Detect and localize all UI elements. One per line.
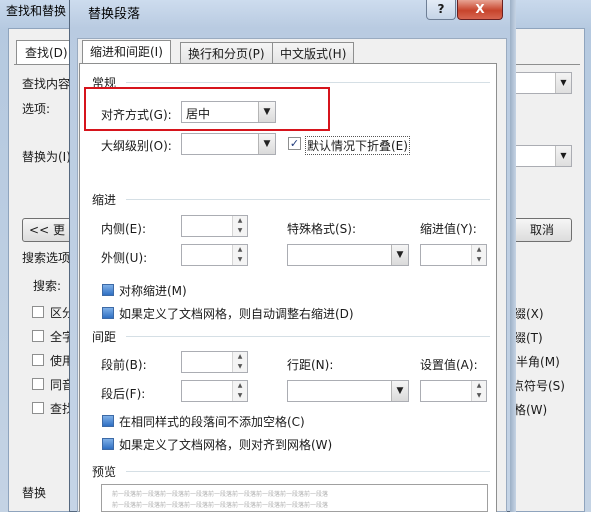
find-content-dropdown[interactable]: ▼	[512, 72, 572, 94]
match-case-checkbox[interactable]	[32, 306, 44, 318]
check-icon: ✓	[289, 137, 300, 150]
close-button[interactable]: X	[457, 0, 503, 20]
section-divider	[126, 199, 490, 200]
auto-adjust-checkbox[interactable]	[102, 307, 114, 319]
spinner-arrows-icon[interactable]: ▲ ▼	[471, 245, 486, 265]
section-divider	[126, 82, 490, 83]
cancel-button[interactable]: 取消	[512, 218, 572, 242]
tab-find-label: 查找(D)	[25, 46, 68, 60]
spinner-arrows-icon[interactable]: ▲ ▼	[232, 381, 247, 401]
find-content-label: 查找内容	[22, 77, 71, 91]
preview-text: 前一段落前一段落前一段落前一段落前一段落前一段落前一段落前一段落前一段落	[112, 502, 329, 509]
ignore-punctuation-option[interactable]: 点符号(S)	[512, 377, 565, 394]
outline-level-select[interactable]: ▼	[181, 133, 276, 155]
wildcards-checkbox[interactable]	[32, 354, 44, 366]
search-label: 搜索:	[33, 279, 62, 293]
special-format-label: 特殊格式(S):	[287, 222, 357, 236]
less-button[interactable]: << 更	[22, 218, 72, 242]
line-spacing-label: 行距(N):	[287, 358, 334, 372]
search-options-label: 搜索选项	[22, 251, 71, 265]
chevron-down-icon[interactable]: ▼	[391, 245, 408, 265]
indent-value-label: 缩进值(Y):	[420, 222, 477, 236]
spinner-arrows-icon[interactable]: ▲ ▼	[232, 216, 247, 236]
find-all-forms-checkbox[interactable]	[32, 402, 44, 414]
preview-text: 前一段落前一段落前一段落前一段落前一段落前一段落前一段落前一段落前一段落	[112, 491, 329, 498]
options-label: 选项:	[22, 102, 51, 116]
find-replace-title: 查找和替换	[6, 4, 67, 18]
spinner-arrows-icon[interactable]: ▲ ▼	[232, 245, 247, 265]
replace-with-dropdown[interactable]: ▼	[512, 145, 572, 167]
spacing-section-title: 间距	[92, 330, 117, 344]
dialog-title: 替换段落	[88, 7, 141, 22]
space-after-label: 段后(F):	[101, 387, 146, 401]
space-after-input[interactable]: ▲ ▼	[181, 380, 248, 402]
snap-to-grid-label: 如果定义了文档网格，则对齐到网格(W)	[119, 438, 333, 452]
replace-with-label: 替换为(I)	[22, 150, 71, 164]
outside-indent-input[interactable]: ▲ ▼	[181, 244, 248, 266]
chevron-down-icon[interactable]: ▼	[555, 73, 571, 93]
space-before-input[interactable]: ▲ ▼	[181, 351, 248, 373]
chevron-down-icon[interactable]: ▼	[391, 381, 408, 401]
tab-find[interactable]: 查找(D)	[16, 40, 77, 64]
outside-indent-label: 外侧(U):	[101, 251, 148, 265]
space-before-label: 段前(B):	[101, 358, 147, 372]
indent-section-title: 缩进	[92, 193, 117, 207]
less-button-label: << 更	[29, 223, 65, 237]
sounds-like-checkbox[interactable]	[32, 378, 44, 390]
no-space-same-style-label: 在相同样式的段落间不添加空格(C)	[119, 415, 305, 429]
ignore-space-option[interactable]: 格(W)	[514, 401, 547, 418]
match-suffix-option[interactable]: 缀(X)	[514, 305, 544, 322]
help-icon: ?	[437, 2, 445, 16]
whole-word-checkbox[interactable]	[32, 330, 44, 342]
collapse-checkbox[interactable]: ✓	[288, 137, 301, 150]
chevron-down-icon[interactable]: ▼	[555, 146, 571, 166]
spinner-arrows-icon[interactable]: ▲ ▼	[232, 352, 247, 372]
dialog-edge	[510, 0, 516, 512]
close-icon: X	[475, 2, 485, 16]
inside-indent-label: 内侧(E):	[101, 222, 146, 236]
outline-level-label: 大纲级别(O):	[101, 139, 172, 153]
mirror-indent-checkbox[interactable]	[102, 284, 114, 296]
tab-label: 缩进和间距(I)	[90, 45, 163, 59]
spinner-arrows-icon[interactable]: ▲ ▼	[471, 381, 486, 401]
tab-label: 中文版式(H)	[280, 47, 347, 61]
help-button[interactable]: ?	[426, 0, 456, 20]
half-full-width-option[interactable]: /半角(M)	[512, 353, 560, 370]
line-spacing-select[interactable]: ▼	[287, 380, 409, 402]
section-divider	[126, 471, 490, 472]
section-divider	[126, 336, 490, 337]
inside-indent-input[interactable]: ▲ ▼	[181, 215, 248, 237]
tab-label: 换行和分页(P)	[188, 47, 265, 61]
special-format-select[interactable]: ▼	[287, 244, 409, 266]
auto-adjust-label: 如果定义了文档网格，则自动调整右缩进(D)	[119, 307, 354, 321]
highlight-box	[84, 87, 330, 131]
setting-value-label: 设置值(A):	[420, 358, 478, 372]
mirror-indent-label: 对称缩进(M)	[119, 284, 187, 298]
cancel-button-label: 取消	[529, 223, 554, 237]
collapse-label: 默认情况下折叠(E)	[305, 136, 410, 155]
indent-value-input[interactable]: ▲ ▼	[420, 244, 487, 266]
preview-section-title: 预览	[92, 465, 117, 479]
no-space-same-style-checkbox[interactable]	[102, 415, 114, 427]
setting-value-input[interactable]: ▲ ▼	[420, 380, 487, 402]
snap-to-grid-checkbox[interactable]	[102, 438, 114, 450]
match-suffix-option[interactable]: 缀(T)	[514, 329, 543, 346]
preview-box: 前一段落前一段落前一段落前一段落前一段落前一段落前一段落前一段落前一段落 前一段…	[101, 484, 488, 512]
chevron-down-icon[interactable]: ▼	[258, 134, 275, 154]
replace-section-label: 替换	[22, 486, 47, 500]
